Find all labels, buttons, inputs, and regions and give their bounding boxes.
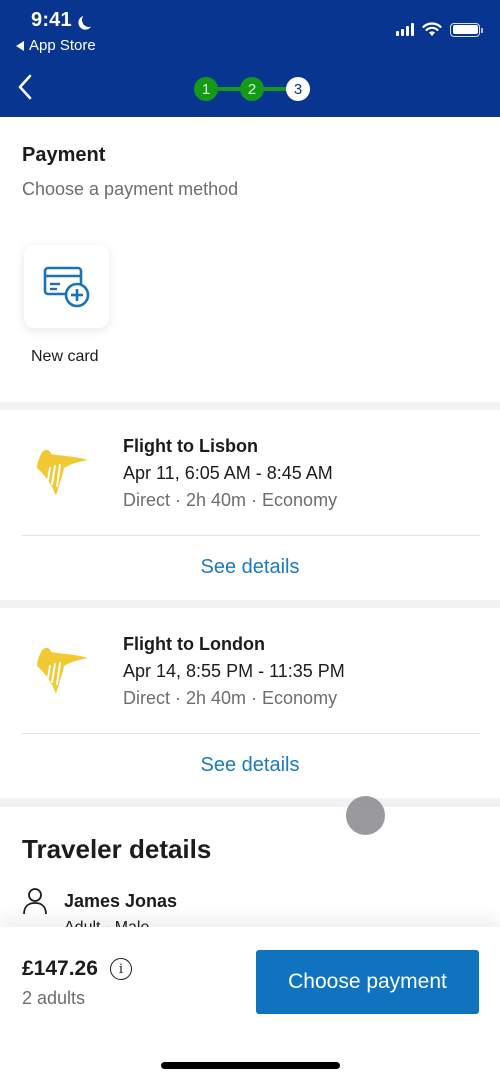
flight-meta: Direct · 2h 40m · Economy [123, 688, 338, 708]
price-value: £147.26 [22, 957, 98, 980]
battery-icon [450, 22, 483, 37]
new-card-label: New card [31, 348, 99, 365]
flight-title: Flight to London [123, 634, 265, 654]
back-app-label: App Store [29, 37, 96, 54]
flight-title: Flight to Lisbon [123, 436, 258, 456]
airline-harp-logo-icon [37, 647, 88, 694]
divider [22, 535, 480, 536]
chevron-left-icon [18, 74, 32, 100]
flight-meta: Direct · 2h 40m · Economy [123, 490, 338, 510]
wifi-icon [422, 22, 442, 36]
person-icon [23, 888, 47, 915]
traveler-name[interactable]: James Jonas [64, 891, 177, 912]
step-3: 3 [286, 77, 310, 101]
step-1: 1 [194, 77, 218, 101]
status-time: 9:41 [31, 9, 90, 32]
touch-indicator [346, 796, 385, 835]
home-indicator[interactable] [161, 1062, 340, 1069]
back-to-app-store[interactable]: App Store [16, 37, 96, 54]
travelers-count: 2 adults [22, 988, 86, 1008]
see-details-link[interactable]: See details [0, 556, 500, 579]
flight-card: Flight to London Apr 14, 8:55 PM - 11:35… [0, 608, 500, 798]
cellular-signal-icon [396, 23, 414, 36]
new-card-button[interactable] [24, 245, 109, 328]
time-label: 9:41 [31, 9, 72, 31]
choose-payment-button[interactable]: Choose payment [256, 950, 479, 1014]
payment-section: Payment Choose a payment method New card [0, 117, 500, 402]
info-icon[interactable]: i [109, 958, 132, 980]
flight-time: Apr 11, 6:05 AM - 8:45 AM [123, 463, 333, 483]
moon-icon [81, 11, 97, 27]
step-connector [264, 87, 286, 91]
top-header: 9:41 App Store 1 2 3 [0, 0, 500, 117]
flight-card: Flight to Lisbon Apr 11, 6:05 AM - 8:45 … [0, 410, 500, 600]
step-connector [218, 87, 240, 91]
flight-time: Apr 14, 8:55 PM - 11:35 PM [123, 661, 345, 681]
back-triangle-icon [16, 40, 24, 51]
total-price: £147.26 i [22, 957, 132, 981]
step-2: 2 [240, 77, 264, 101]
progress-stepper: 1 2 3 [194, 77, 310, 101]
airline-harp-logo-icon [37, 449, 88, 496]
add-card-icon [43, 266, 89, 307]
payment-title: Payment [22, 144, 106, 166]
payment-subtitle: Choose a payment method [22, 179, 239, 199]
back-button[interactable] [14, 72, 40, 102]
checkout-screen: 9:41 App Store 1 2 3 Payment Choose a pa… [0, 0, 500, 1080]
checkout-bottom-bar: £147.26 i 2 adults Choose payment [0, 927, 500, 1080]
see-details-link[interactable]: See details [0, 754, 500, 777]
traveler-title: Traveler details [22, 834, 212, 864]
divider [22, 733, 480, 734]
status-icons [396, 22, 483, 37]
